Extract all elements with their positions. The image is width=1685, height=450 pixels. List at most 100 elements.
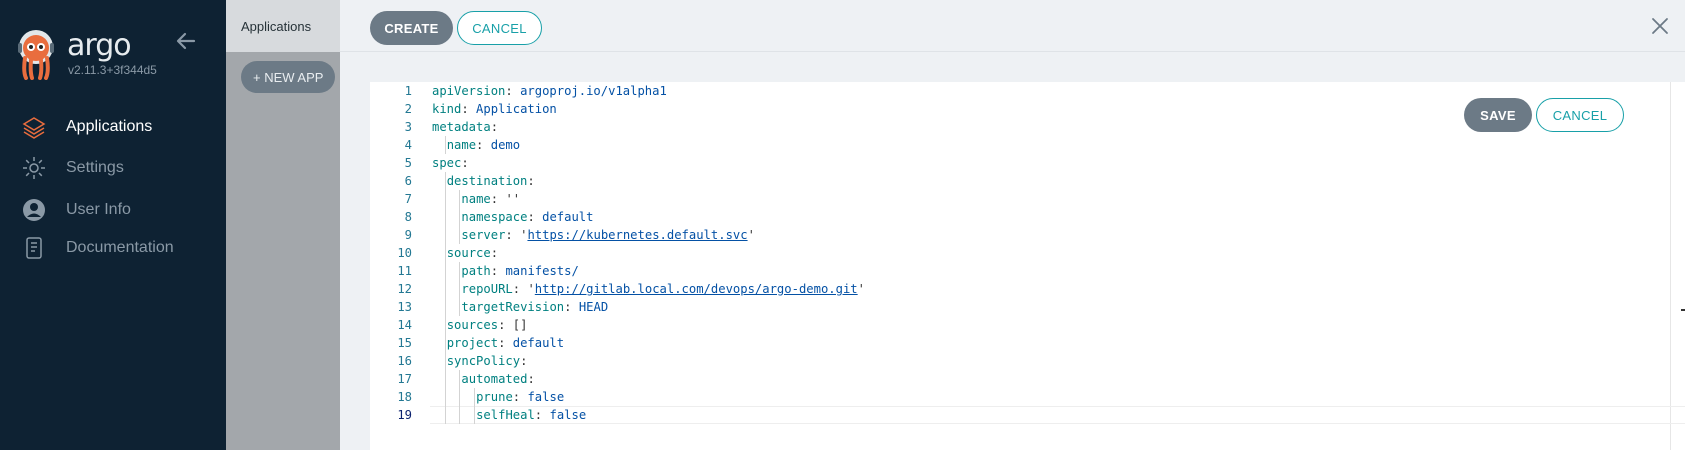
yaml-value: argoproj.io/v1alpha1 [520,84,667,98]
code-line[interactable]: 15 project: default [370,334,1670,352]
code-line[interactable]: 16 syncPolicy: [370,352,1670,370]
yaml-colon: : [490,264,506,278]
argo-logo-icon[interactable] [14,28,58,80]
quote: ' [857,282,865,296]
sidebar-item-label: User Info [66,201,131,218]
line-number: 3 [404,120,412,134]
yaml-value: HEAD [578,300,609,314]
code-text: targetRevision: HEAD [461,298,608,316]
code-line[interactable]: 17 automated: [370,370,1670,388]
line-number: 13 [397,300,412,314]
code-text: kind: Application [432,100,557,118]
line-number: 1 [404,84,412,98]
yaml-value: Application [476,102,557,116]
editor-cancel-button[interactable]: CANCEL [1536,98,1624,132]
yaml-colon: : [476,138,491,152]
sidebar-item-applications[interactable]: Applications [0,108,226,146]
code-line[interactable]: 19 selfHeal: false [370,406,1670,424]
url-link[interactable]: http://gitlab.local.com/devops/argo-demo… [535,282,858,296]
yaml-key: selfHeal [476,408,535,422]
yaml-key: targetRevision [461,300,565,314]
code-line[interactable]: 13 targetRevision: HEAD [370,298,1670,316]
line-number: 9 [404,228,412,242]
yaml-key: prune [476,390,513,404]
code-line[interactable]: 7 name: '' [370,190,1670,208]
yaml-colon: : [490,120,506,134]
yaml-key: namespace [461,210,528,224]
brand-name: argo [67,28,132,63]
user-icon [22,198,46,222]
sidebar-item-user-info[interactable]: User Info [0,191,226,229]
code-text: namespace: default [461,208,593,226]
code-line[interactable]: 1 apiVersion: argoproj.io/v1alpha1 [370,82,1670,100]
code-text: automated: [461,370,542,388]
yaml-colon: : [564,300,579,314]
code-text: source: [447,244,506,262]
code-line[interactable]: 6 destination: [370,172,1670,190]
yaml-value: [] [512,318,528,332]
close-icon[interactable] [1651,17,1669,35]
indent-guide [459,262,461,316]
arrow-left-icon[interactable] [175,30,197,52]
create-button[interactable]: CREATE [370,11,453,45]
page-title: Applications [226,0,340,52]
yaml-key: automated [461,372,528,386]
line-number: 16 [397,354,412,368]
code-line[interactable]: 9 server: 'https://kubernetes.default.svc… [370,226,1670,244]
yaml-colon: : [534,408,550,422]
code-text: selfHeal: false [476,406,586,424]
yaml-editor[interactable]: 1 apiVersion: argoproj.io/v1alpha1 2 kind: … [370,82,1685,450]
line-number: 10 [397,246,412,260]
url-link[interactable]: https://kubernetes.default.svc [527,228,747,242]
line-number: 4 [404,138,412,152]
yaml-key: sources [446,318,499,332]
yaml-colon: : [498,336,513,350]
yaml-value: false [527,390,565,404]
code-text: project: default [447,334,564,352]
code-line[interactable]: 18 prune: false [370,388,1670,406]
yaml-colon: : [512,390,528,404]
scrollbar-marker[interactable] [1681,309,1685,311]
line-number: 12 [397,282,412,296]
code-line[interactable]: 11 path: manifests/ [370,262,1670,280]
version-label: v2.11.3+3f344d5 [68,63,157,77]
indent-guide [474,388,476,424]
code-line[interactable]: 12 repoURL: 'http://gitlab.local.com/devo… [370,280,1670,298]
code-line[interactable]: 4 name: demo [370,136,1670,154]
line-number: 17 [397,372,412,386]
indent-guide [444,172,446,424]
line-number: 14 [397,318,412,332]
yaml-key: name [446,138,477,152]
line-number: 6 [404,174,412,188]
yaml-key: path [461,264,491,278]
code-text: name: '' [461,190,520,208]
save-button[interactable]: SAVE [1464,98,1532,132]
code-text: prune: false [476,388,564,406]
code-text: syncPolicy: [447,352,535,370]
yaml-colon: : [461,102,477,116]
sidebar-nav: Applications Settings User Info Document… [0,108,226,267]
line-number: 11 [397,264,412,278]
code-text: metadata: [432,118,505,136]
code-line[interactable]: 14 sources: [] [370,316,1670,334]
code-line[interactable]: 8 namespace: default [370,208,1670,226]
editor-ruler [1670,82,1671,450]
sidebar-item-documentation[interactable]: Documentation [0,229,226,267]
sidebar-item-label: Settings [66,159,124,176]
yaml-colon: : [527,210,543,224]
line-number: 8 [404,210,412,224]
cancel-button[interactable]: CANCEL [457,11,542,45]
code-line[interactable]: 10 source: [370,244,1670,262]
new-app-button[interactable]: + NEW APP [241,61,336,93]
yaml-key: apiVersion [432,84,506,98]
yaml-value: demo [490,138,521,152]
yaml-key: spec [432,156,462,170]
layers-icon [22,115,46,139]
line-number: 5 [404,156,412,170]
yaml-key: repoURL [461,282,513,296]
code-text: destination: [447,172,542,190]
yaml-key: project [446,336,499,350]
sidebar-item-settings[interactable]: Settings [0,149,226,187]
yaml-key: source [446,246,491,260]
code-line[interactable]: 5 spec: [370,154,1670,172]
